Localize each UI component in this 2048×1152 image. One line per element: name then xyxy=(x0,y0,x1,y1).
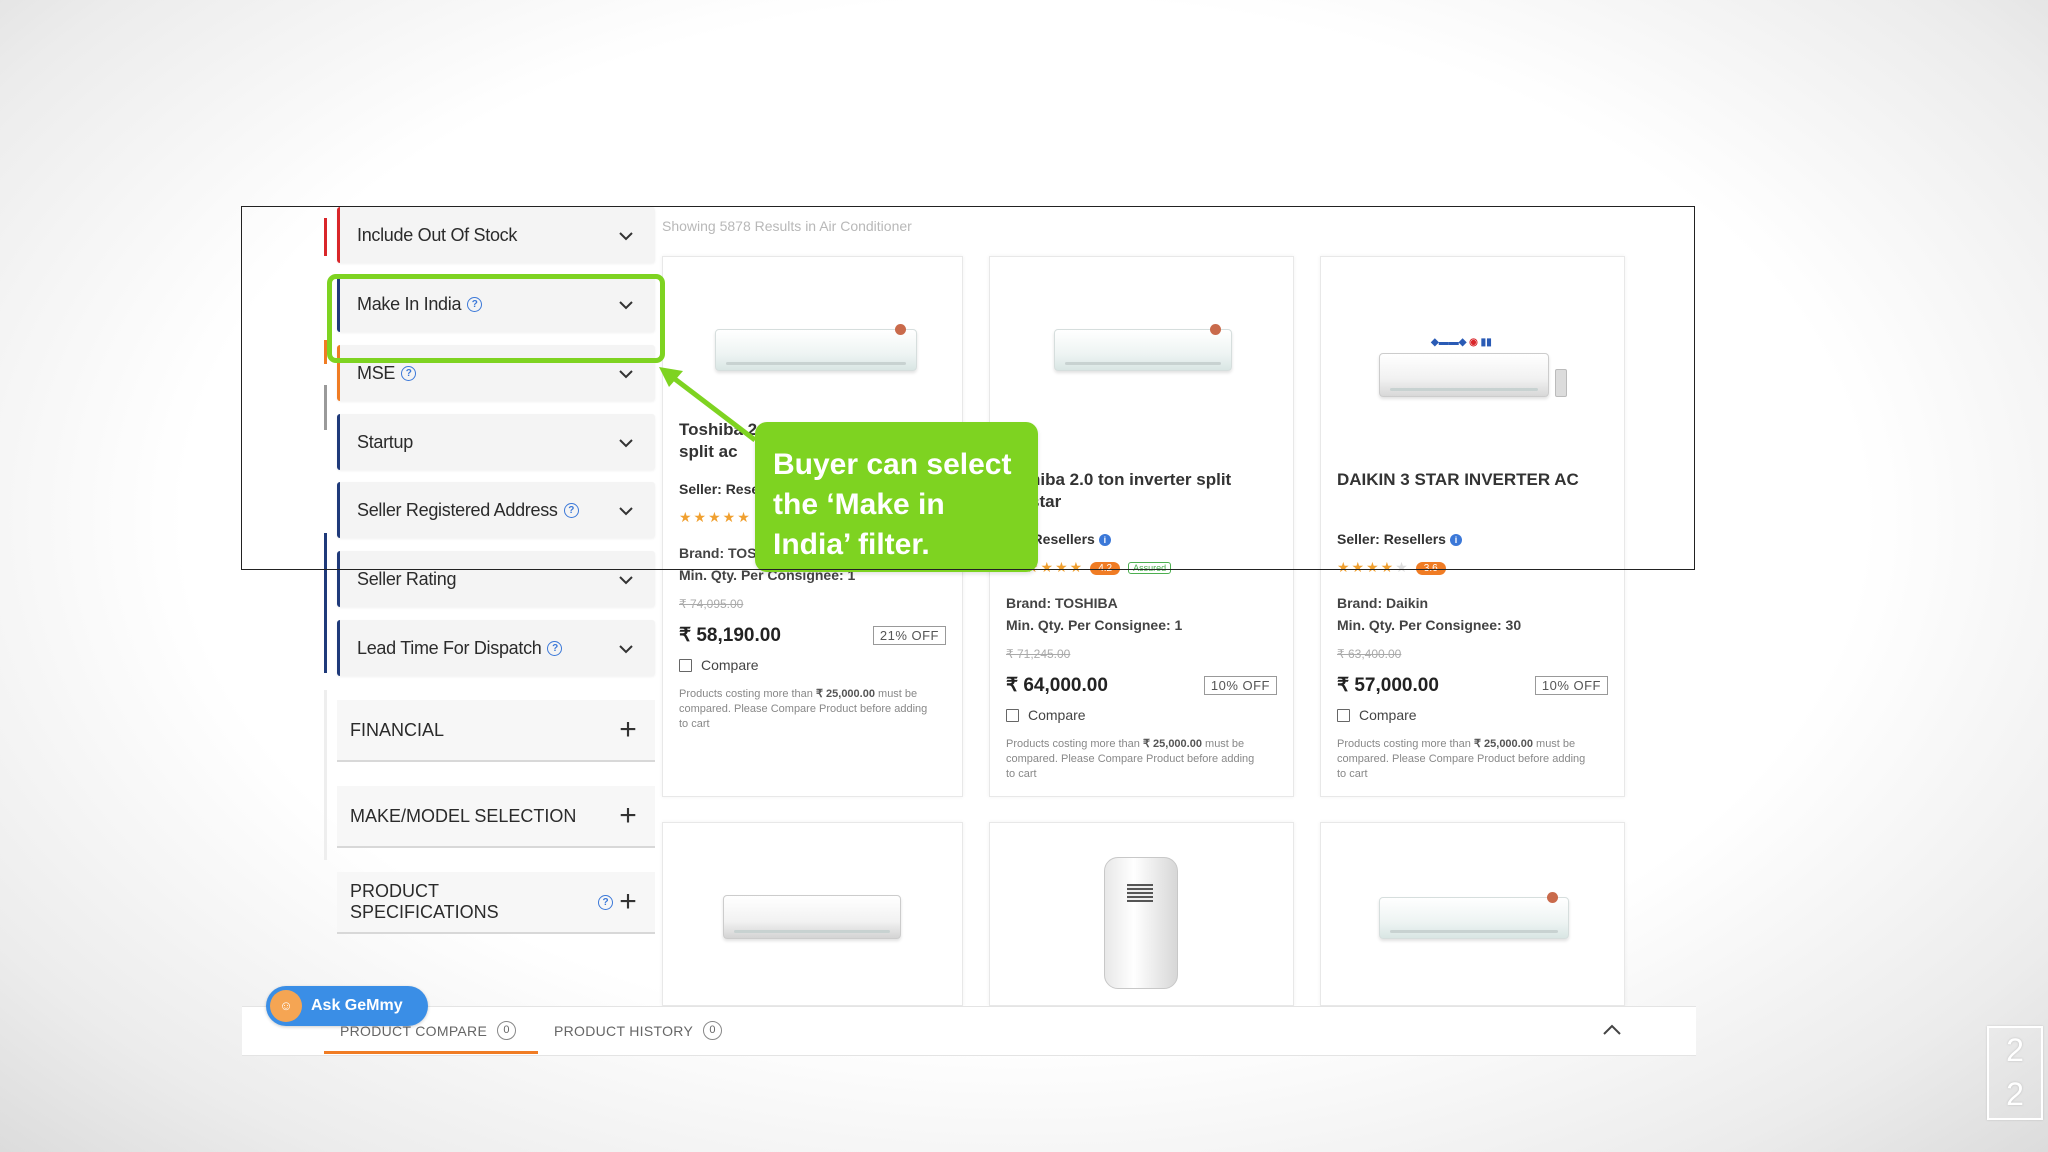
product-image[interactable] xyxy=(723,895,901,939)
edge-left-light xyxy=(324,690,327,860)
ask-gemmy-label: Ask GeMmy xyxy=(311,997,403,1014)
rating-badge: 3.6 xyxy=(1415,561,1446,575)
highlight-box xyxy=(327,274,665,363)
product-price: ₹ 57,000.00 xyxy=(1337,675,1439,696)
product-image[interactable] xyxy=(1379,353,1549,397)
callout-line: the ‘Make in xyxy=(773,488,945,521)
product-card[interactable] xyxy=(989,822,1294,1006)
tab-product-history[interactable]: PRODUCT HISTORY 0 xyxy=(554,1021,723,1040)
product-min-qty: Min. Qty. Per Consignee: 30 xyxy=(1337,617,1522,633)
filter-include-out-of-stock[interactable]: Include Out Of Stock xyxy=(337,207,655,263)
filter-label: Seller Rating xyxy=(357,568,457,589)
assured-badge: Assured xyxy=(1128,562,1172,575)
product-title[interactable]: DAIKIN 3 STAR INVERTER AC xyxy=(1337,469,1579,491)
info-icon[interactable]: i xyxy=(1098,534,1111,547)
ask-gemmy-button[interactable]: ☺ Ask GeMmy xyxy=(266,986,428,1026)
filter-label: Lead Time For Dispatch? xyxy=(357,638,611,659)
product-card[interactable] xyxy=(662,822,963,1006)
compare-note: Products costing more than ₹ 25,000.00 m… xyxy=(679,688,928,730)
discount-badge: 10% OFF xyxy=(1534,676,1608,695)
filter-seller-rating[interactable]: Seller Rating xyxy=(337,551,655,607)
gemmy-avatar-icon: ☺ xyxy=(270,990,302,1022)
section-financial[interactable]: FINANCIAL + xyxy=(337,700,655,762)
product-price: ₹ 58,190.00 xyxy=(679,625,781,646)
product-seller: Seller: Resellers i xyxy=(1337,531,1462,547)
product-min-qty: Min. Qty. Per Consignee: 1 xyxy=(1006,617,1183,633)
product-card[interactable]: ◆▬▬◆ ◉ ▮▮ DAIKIN 3 STAR INVERTER AC Sell… xyxy=(1320,256,1625,797)
edge-red xyxy=(324,218,327,256)
chevron-down-icon xyxy=(611,569,641,590)
slide-number-top: 2 xyxy=(2006,1032,2024,1068)
results-count: Showing 5878 Results in Air Conditioner xyxy=(662,218,912,234)
chevron-down-icon xyxy=(611,432,641,453)
help-icon[interactable]: ? xyxy=(547,640,563,656)
remote-icon xyxy=(1555,369,1567,397)
filter-label: MSE? xyxy=(357,363,611,384)
product-brand: Brand: TOSHIBA xyxy=(1006,595,1118,611)
chevron-down-icon xyxy=(611,225,641,246)
edge-navy xyxy=(324,533,327,673)
checkbox-icon[interactable] xyxy=(1006,708,1019,722)
product-brand: Brand: Daikin xyxy=(1337,595,1429,611)
section-make-model-selection[interactable]: MAKE/MODEL SELECTION + xyxy=(337,786,655,848)
plus-icon: + xyxy=(619,799,637,832)
chevron-down-icon xyxy=(611,363,641,384)
product-image[interactable] xyxy=(1379,892,1569,939)
filter-label: Startup xyxy=(357,431,413,452)
pointer-arrow xyxy=(659,367,757,442)
product-mrp: ₹ 74,095.00 xyxy=(679,597,744,611)
filter-startup[interactable]: Startup xyxy=(337,414,655,470)
edge-gray xyxy=(324,385,327,430)
callout-line: India’ filter. xyxy=(773,528,930,561)
product-mrp: ₹ 71,245.00 xyxy=(1006,647,1071,661)
instruction-callout: Buyer can select the ‘Make in India’ fil… xyxy=(755,422,1038,572)
portable-ac-image[interactable] xyxy=(1104,857,1178,989)
filter-seller-registered-address[interactable]: Seller Registered Address? xyxy=(337,482,655,538)
brand-logo-strip: ◆▬▬◆ ◉ ▮▮ xyxy=(1431,337,1492,348)
bottom-toolbar: PRODUCT COMPARE 0 PRODUCT HISTORY 0 xyxy=(242,1006,1696,1056)
help-icon[interactable]: ? xyxy=(563,502,579,518)
chevron-down-icon xyxy=(611,500,641,521)
rating-stars: ★★★★★ xyxy=(679,509,752,525)
count-badge: 0 xyxy=(497,1021,517,1040)
compare-note: Products costing more than ₹ 25,000.00 m… xyxy=(1337,738,1586,780)
checkbox-icon[interactable] xyxy=(1337,708,1350,722)
product-card[interactable] xyxy=(1320,822,1625,1006)
product-mrp: ₹ 63,400.00 xyxy=(1337,647,1402,661)
slide-number-bottom: 2 xyxy=(2006,1076,2024,1112)
help-icon[interactable]: ? xyxy=(401,365,417,381)
product-image[interactable] xyxy=(1054,324,1232,371)
compare-checkbox[interactable]: Compare xyxy=(679,657,759,673)
plus-icon: + xyxy=(619,885,637,918)
section-product-specifications[interactable]: PRODUCT SPECIFICATIONS? + xyxy=(337,872,655,934)
discount-badge: 10% OFF xyxy=(1203,676,1277,695)
rating-stars: ★★★★ 4.2 Assured xyxy=(1026,559,1172,576)
callout-line: Buyer can select xyxy=(773,448,1012,481)
compare-note: Products costing more than ₹ 25,000.00 m… xyxy=(1006,738,1255,780)
chevron-down-icon xyxy=(611,638,641,659)
plus-icon: + xyxy=(619,713,637,746)
compare-checkbox[interactable]: Compare xyxy=(1337,707,1417,723)
vent-grille xyxy=(1127,884,1153,902)
section-label: PRODUCT SPECIFICATIONS? xyxy=(350,881,613,923)
slide-number: 2 2 xyxy=(1987,1026,2043,1120)
count-badge: 0 xyxy=(703,1021,723,1040)
compare-checkbox[interactable]: Compare xyxy=(1006,707,1086,723)
discount-badge: 21% OFF xyxy=(872,626,946,645)
filter-label: Seller Registered Address? xyxy=(357,500,611,521)
checkbox-icon[interactable] xyxy=(679,658,692,672)
chevron-up-icon[interactable] xyxy=(1602,1023,1622,1041)
filter-lead-time-for-dispatch[interactable]: Lead Time For Dispatch? xyxy=(337,620,655,676)
rating-stars: ★★★★★ 3.6 xyxy=(1337,559,1446,576)
help-icon[interactable]: ? xyxy=(598,894,613,910)
rating-badge: 4.2 xyxy=(1090,561,1121,575)
section-label: MAKE/MODEL SELECTION xyxy=(350,805,577,826)
product-title[interactable]: hiba 2.0 ton inverter split star xyxy=(1030,469,1231,513)
active-tab-underline xyxy=(324,1051,538,1054)
info-icon[interactable]: i xyxy=(1449,534,1462,547)
section-label: FINANCIAL xyxy=(350,719,445,740)
product-price: ₹ 64,000.00 xyxy=(1006,675,1108,696)
filter-label: Include Out Of Stock xyxy=(357,224,518,245)
